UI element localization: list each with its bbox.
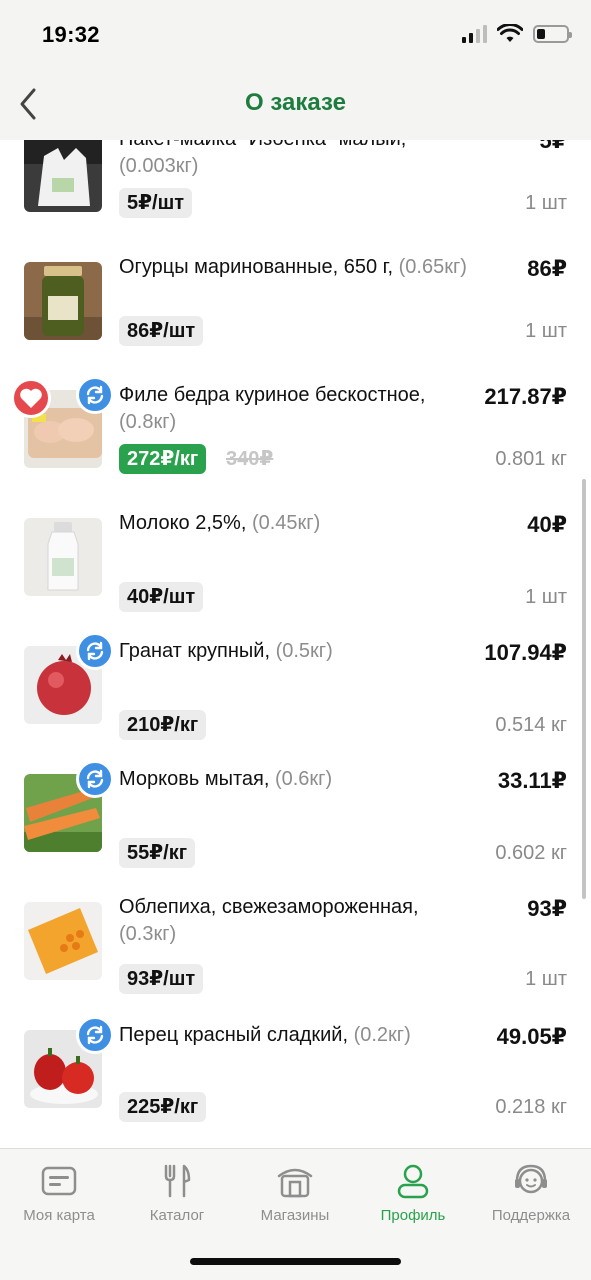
card-icon bbox=[41, 1166, 77, 1196]
unit-price-badge: 93₽/шт bbox=[119, 964, 204, 994]
product-name: Огурцы маринованные, 650 г, (0.65кг) bbox=[119, 256, 467, 278]
old-price: 340₽ bbox=[226, 448, 274, 470]
tab-label: Моя карта bbox=[23, 1207, 95, 1224]
favorite-heart-icon[interactable] bbox=[11, 378, 51, 418]
product-image bbox=[24, 262, 102, 340]
unit-price-badge: 86₽/шт bbox=[119, 316, 204, 346]
item-total: 49.05₽ bbox=[496, 1024, 567, 1049]
item-quantity: 0.218 кг bbox=[495, 1096, 567, 1118]
battery-icon bbox=[533, 25, 572, 43]
support-icon bbox=[515, 1164, 547, 1194]
product-name: Морковь мытая, (0.6кг) bbox=[119, 768, 333, 790]
cutlery-icon bbox=[164, 1164, 191, 1198]
tab-catalog[interactable]: Каталог bbox=[118, 1161, 236, 1224]
list-item[interactable]: Гранат крупный, (0.5кг) 107.94₽ 210₽/кг … bbox=[0, 632, 591, 768]
item-quantity: 1 шт bbox=[525, 968, 567, 990]
top-bar: 19:32 О заказе bbox=[0, 0, 591, 140]
product-name: Гранат крупный, (0.5кг) bbox=[119, 640, 333, 662]
list-item[interactable]: Пакет-майка "Избёнка" малый, (0.003кг) 5… bbox=[0, 140, 591, 256]
item-total: 86₽ bbox=[527, 256, 567, 281]
list-item[interactable]: Филе бедра куриное бескостное, (0.8кг) 2… bbox=[0, 376, 591, 512]
wifi-icon bbox=[497, 24, 523, 42]
unit-price-badge: 40₽/шт bbox=[119, 582, 204, 612]
item-total: 5₽ bbox=[539, 140, 567, 153]
unit-price-badge: 225₽/кг bbox=[119, 1092, 207, 1122]
tab-support[interactable]: Поддержка bbox=[472, 1161, 590, 1224]
item-total: 33.11₽ bbox=[497, 768, 567, 793]
replace-sync-icon bbox=[76, 632, 114, 670]
page-title: О заказе bbox=[245, 89, 346, 116]
tab-label: Магазины bbox=[260, 1207, 330, 1224]
profile-icon bbox=[397, 1164, 429, 1199]
tab-my-card[interactable]: Моя карта bbox=[0, 1161, 118, 1224]
unit-price-badge: 55₽/кг bbox=[119, 838, 196, 868]
item-total: 40₽ bbox=[527, 512, 567, 537]
tab-label: Профиль bbox=[380, 1207, 446, 1224]
list-item[interactable]: Молоко 2,5%, (0.45кг) 40₽ 40₽/шт 1 шт bbox=[0, 512, 591, 640]
item-quantity: 0.801 кг bbox=[495, 448, 567, 470]
unit-price-badge: 5₽/шт bbox=[119, 188, 193, 218]
cellular-signal-icon bbox=[462, 25, 487, 43]
product-name: Облепиха, свежезамороженная, (0.3кг) bbox=[119, 896, 419, 945]
product-name: Филе бедра куриное бескостное, (0.8кг) bbox=[119, 384, 426, 433]
store-icon bbox=[277, 1168, 313, 1198]
product-name: Пакет-майка "Избёнка" малый, (0.003кг) bbox=[119, 140, 406, 177]
scrollbar[interactable] bbox=[582, 479, 586, 899]
item-quantity: 1 шт bbox=[525, 192, 567, 214]
product-image bbox=[24, 518, 102, 596]
list-item[interactable]: Морковь мытая, (0.6кг) 33.11₽ 55₽/кг 0.6… bbox=[0, 760, 591, 896]
tab-stores[interactable]: Магазины bbox=[236, 1161, 354, 1224]
item-quantity: 0.514 кг bbox=[495, 714, 567, 736]
home-indicator bbox=[190, 1258, 401, 1265]
list-item[interactable]: Перец красный сладкий, (0.2кг) 49.05₽ 22… bbox=[0, 1016, 591, 1148]
replace-sync-icon bbox=[76, 1016, 114, 1054]
product-name: Молоко 2,5%, (0.45кг) bbox=[119, 512, 321, 534]
item-quantity: 0.602 кг bbox=[495, 842, 567, 864]
item-total: 217.87₽ bbox=[484, 384, 567, 409]
product-image bbox=[24, 140, 102, 212]
tab-label: Поддержка bbox=[491, 1207, 571, 1224]
item-quantity: 1 шт bbox=[525, 320, 567, 342]
status-icons bbox=[462, 24, 572, 44]
item-total: 93₽ bbox=[527, 896, 567, 921]
list-item[interactable]: Облепиха, свежезамороженная, (0.3кг) 93₽… bbox=[0, 896, 591, 1024]
status-time: 19:32 bbox=[42, 22, 100, 47]
tab-profile[interactable]: Профиль bbox=[354, 1161, 472, 1224]
promo-unit-price-badge: 272₽/кг bbox=[119, 444, 207, 474]
product-name: Перец красный сладкий, (0.2кг) bbox=[119, 1024, 411, 1046]
list-item[interactable]: Огурцы маринованные, 650 г, (0.65кг) 86₽… bbox=[0, 256, 591, 384]
unit-price-badge: 210₽/кг bbox=[119, 710, 207, 740]
item-total: 107.94₽ bbox=[484, 640, 567, 665]
tab-label: Каталог bbox=[149, 1207, 205, 1224]
replace-sync-icon bbox=[76, 376, 114, 414]
replace-sync-icon bbox=[76, 760, 114, 798]
order-items-list[interactable]: Пакет-майка "Избёнка" малый, (0.003кг) 5… bbox=[0, 140, 591, 1148]
product-image bbox=[24, 902, 102, 980]
item-quantity: 1 шт bbox=[525, 586, 567, 608]
